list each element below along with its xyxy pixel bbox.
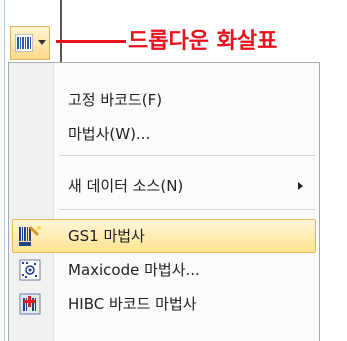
menu-item-label: GS1 마법사 xyxy=(68,227,145,245)
menu-item-label: Maxicode 마법사... xyxy=(68,261,200,279)
callout-line xyxy=(56,40,126,43)
toolbar-divider xyxy=(60,0,62,68)
barcode-dropdown-button[interactable] xyxy=(10,26,50,60)
menu-item-label: 새 데이터 소스(N) xyxy=(68,177,184,195)
menu-item-fixed-barcode[interactable]: 고정 바코드(F) xyxy=(12,83,316,117)
window-edge xyxy=(0,0,5,341)
dropdown-menu: 고정 바코드(F) 마법사(W)... 새 데이터 소스(N) GS1 마법사 xyxy=(8,62,320,341)
menu-item-gs1-wizard[interactable]: GS1 마법사 xyxy=(12,219,316,253)
maxicode-icon xyxy=(19,259,41,281)
menu-item-hibc-wizard[interactable]: HIBC 바코드 마법사 xyxy=(12,287,316,321)
chevron-down-icon[interactable] xyxy=(38,40,46,45)
chevron-right-icon xyxy=(298,182,303,190)
barcode-icon xyxy=(15,34,33,52)
menu-separator xyxy=(59,209,315,211)
menu-item-new-data-source[interactable]: 새 데이터 소스(N) xyxy=(12,169,316,203)
menu-item-label: HIBC 바코드 마법사 xyxy=(68,295,197,313)
menu-item-label: 고정 바코드(F) xyxy=(68,91,163,109)
menu-separator xyxy=(59,155,315,157)
menu-item-maxicode-wizard[interactable]: Maxicode 마법사... xyxy=(12,253,316,287)
menu-item-label: 마법사(W)... xyxy=(68,125,151,143)
gs1-barcode-icon xyxy=(19,226,41,246)
menu-item-wizard[interactable]: 마법사(W)... xyxy=(12,117,316,151)
callout-label: 드롭다운 화살표 xyxy=(128,29,278,54)
hibc-barcode-icon xyxy=(19,293,41,315)
